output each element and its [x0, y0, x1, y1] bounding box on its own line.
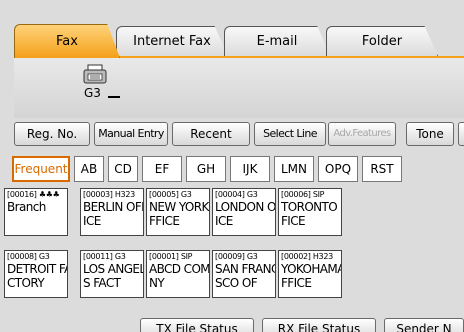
destination-name-line2: ICE: [215, 214, 233, 228]
destination-name-line2: SCO OF: [215, 276, 258, 290]
destination-key[interactable]: [00001] SIP ABCD COMPA NY: [146, 250, 210, 298]
tone-button[interactable]: Tone: [406, 122, 454, 146]
sender-name-button[interactable]: Sender N: [384, 318, 464, 332]
rx-file-status-button[interactable]: RX File Status: [262, 318, 376, 332]
reg-no-button[interactable]: Reg. No.: [14, 122, 90, 146]
destination-name-line1: DETROIT FA: [7, 262, 68, 276]
destination-key[interactable]: [00009] G3 SAN FRANCI SCO OF: [212, 250, 276, 298]
destination-name-line2: FFICE: [281, 276, 312, 290]
destination-header: [00008] G3: [7, 252, 50, 261]
tab-fax[interactable]: Fax: [14, 24, 120, 58]
index-cd[interactable]: CD: [108, 156, 138, 182]
tab-internet-fax[interactable]: Internet Fax: [116, 26, 228, 56]
fax-machine-icon: [83, 64, 107, 84]
tab-e-mail[interactable]: E-mail: [224, 26, 330, 56]
index-ab[interactable]: AB: [74, 156, 104, 182]
destination-key[interactable]: [00008] G3 DETROIT FA CTORY: [4, 250, 68, 298]
destination-header: [00001] SIP: [149, 252, 193, 261]
destination-key[interactable]: [00016] ♣♣♣ Branch: [4, 188, 68, 236]
destination-name-line2: CTORY: [7, 276, 45, 290]
destination-name-line1: TORONTO OF: [281, 200, 341, 214]
destination-name-line1: Branch: [7, 200, 46, 214]
destination-header: [00016] ♣♣♣: [7, 190, 60, 199]
tab-bar: Fax Internet Fax E-mail Folder: [0, 0, 464, 60]
destination-name-line1: SAN FRANCI: [215, 262, 276, 276]
destination-name-line1: LONDON OFF: [215, 200, 276, 214]
manual-entry-button[interactable]: Manual Entry: [94, 122, 168, 146]
index-rst[interactable]: RST: [362, 156, 402, 182]
destination-name-line2: FICE: [281, 214, 306, 228]
destination-header: [00004] G3: [215, 190, 258, 199]
destination-name-line1: NEW YORK O: [149, 200, 209, 214]
index-gh[interactable]: GH: [186, 156, 226, 182]
recent-label: Recent: [190, 127, 232, 141]
input-cursor: [108, 96, 120, 98]
destination-name-line1: LOS ANGELE: [83, 262, 143, 276]
destination-header: [00003] H323: [83, 190, 135, 199]
index-opq[interactable]: OPQ: [318, 156, 358, 182]
index-ef[interactable]: EF: [142, 156, 182, 182]
destination-key[interactable]: [00006] SIP TORONTO OF FICE: [278, 188, 342, 236]
destination-key[interactable]: [00003] H323 BERLIN OFF ICE: [80, 188, 144, 236]
destination-header: [00009] G3: [215, 252, 258, 261]
destination-name-line1: BERLIN OFF: [83, 200, 144, 214]
destination-header: [00006] SIP: [281, 190, 325, 199]
destination-key[interactable]: [00004] G3 LONDON OFF ICE: [212, 188, 276, 236]
destination-name-line2: S FACT: [83, 276, 121, 290]
destination-name-line1: YOKOHAMA O: [281, 262, 342, 276]
line-label: G3: [84, 86, 101, 100]
tab-folder[interactable]: Folder: [326, 26, 438, 56]
destination-header: [00011] G3: [83, 252, 126, 261]
destination-header: [00002] H323: [281, 252, 333, 261]
index-lmn[interactable]: LMN: [274, 156, 314, 182]
destination-name-line1: ABCD COMPA: [149, 262, 210, 276]
select-line-button[interactable]: Select Line: [254, 122, 326, 146]
destination-key[interactable]: [00005] G3 NEW YORK O FFICE: [146, 188, 210, 236]
destination-name-line2: ICE: [83, 214, 101, 228]
tx-file-status-button[interactable]: TX File Status: [140, 318, 254, 332]
destination-key[interactable]: [00002] H323 YOKOHAMA O FFICE: [278, 250, 342, 298]
index-ijk[interactable]: IJK: [230, 156, 270, 182]
destination-name-line2: FFICE: [149, 214, 180, 228]
adv-features-button[interactable]: Adv.Features: [328, 122, 396, 146]
destination-name-line2: NY: [149, 276, 165, 290]
destination-key[interactable]: [00011] G3 LOS ANGELE S FACT: [80, 250, 144, 298]
index-frequent[interactable]: Frequent: [12, 156, 70, 182]
destination-header: [00005] G3: [149, 190, 192, 199]
toolbar-more-button[interactable]: [458, 122, 464, 146]
recent-button[interactable]: Recent: [172, 122, 250, 146]
